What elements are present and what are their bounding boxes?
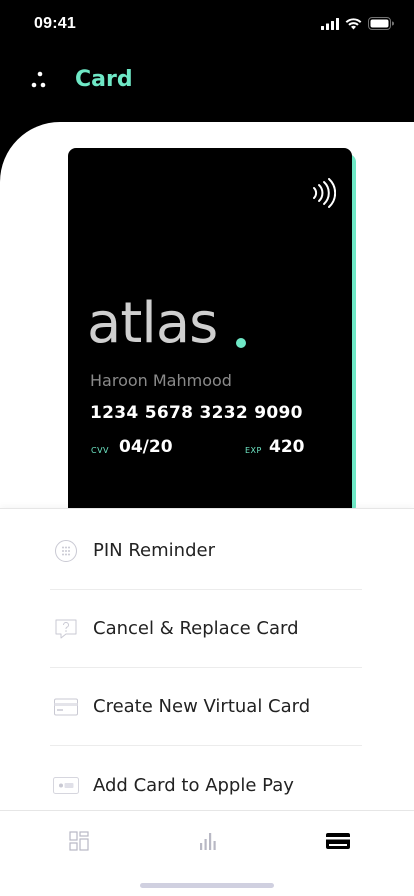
tab-dashboard[interactable] bbox=[49, 829, 109, 853]
help-bubble-icon bbox=[52, 617, 80, 641]
card-number: 1234 5678 3232 9090 bbox=[90, 403, 303, 423]
cvv-label: CVV bbox=[91, 446, 110, 455]
keypad-icon bbox=[52, 539, 80, 563]
card-brand-logo: atlas bbox=[87, 291, 218, 356]
grid-icon bbox=[69, 831, 89, 851]
card-icon bbox=[52, 695, 80, 719]
action-label: Create New Virtual Card bbox=[93, 696, 311, 717]
action-label: Cancel & Replace Card bbox=[93, 618, 299, 639]
card-actions-panel: PIN Reminder Cancel & Replace Card Creat… bbox=[0, 508, 414, 810]
tab-card[interactable] bbox=[308, 829, 368, 853]
bar-chart-icon bbox=[200, 833, 216, 850]
page-title: Card bbox=[75, 67, 133, 92]
cvv-value: 04/20 bbox=[119, 437, 173, 457]
exp-label: EXP bbox=[245, 446, 262, 455]
credit-card-icon bbox=[326, 833, 350, 849]
card-holder-name: Haroon Mahmood bbox=[90, 371, 232, 390]
brand-dot bbox=[236, 338, 246, 348]
cellular-signal-icon bbox=[321, 17, 339, 30]
contactless-icon bbox=[313, 178, 336, 208]
tab-stats[interactable] bbox=[178, 829, 238, 853]
cancel-replace-card-item[interactable]: Cancel & Replace Card bbox=[50, 590, 362, 668]
battery-icon bbox=[368, 17, 394, 30]
status-bar: 09:41 bbox=[0, 0, 414, 48]
apple-pay-icon bbox=[52, 773, 80, 797]
action-label: PIN Reminder bbox=[93, 540, 215, 561]
dots-menu-icon[interactable] bbox=[30, 70, 50, 90]
wifi-icon bbox=[345, 17, 362, 29]
status-icons bbox=[321, 17, 394, 30]
bottom-tab-bar bbox=[0, 810, 414, 896]
payment-card[interactable]: atlas Haroon Mahmood 1234 5678 3232 9090… bbox=[68, 148, 352, 518]
home-indicator bbox=[140, 883, 274, 888]
create-virtual-card-item[interactable]: Create New Virtual Card bbox=[50, 668, 362, 746]
status-time: 09:41 bbox=[34, 15, 76, 32]
exp-value: 420 bbox=[269, 437, 305, 457]
app-header: Card bbox=[0, 56, 414, 104]
action-label: Add Card to Apple Pay bbox=[93, 774, 294, 796]
pin-reminder-item[interactable]: PIN Reminder bbox=[50, 512, 362, 590]
